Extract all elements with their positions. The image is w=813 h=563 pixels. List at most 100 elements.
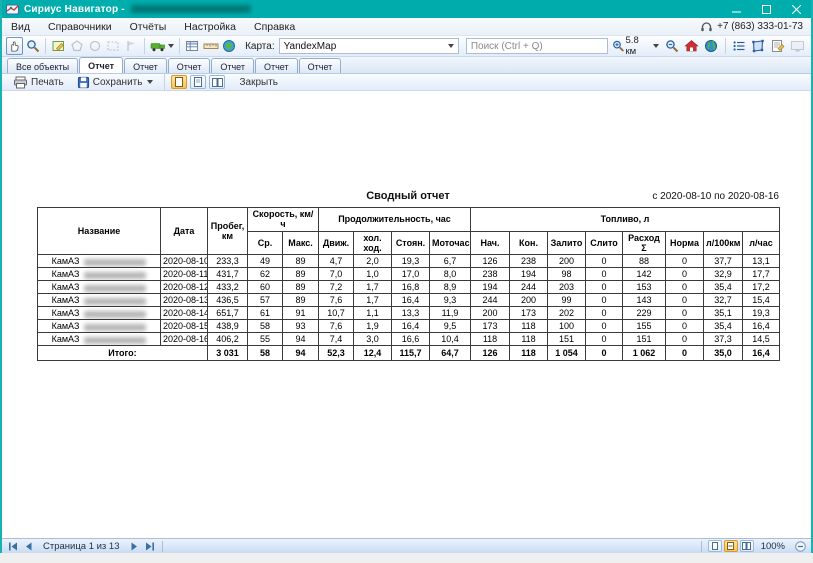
geozones-button[interactable] [749,37,768,55]
zoom-decrease-button[interactable] [792,540,808,553]
next-page-button[interactable] [126,540,142,553]
tab-report-5[interactable]: Отчет [255,58,298,73]
view-fit-width-button[interactable] [190,75,206,89]
col-header-fuel-per100: л/100км [704,231,743,255]
headset-icon [700,21,713,33]
maximize-button[interactable] [751,0,781,18]
legend-button[interactable] [729,37,748,55]
value-cell: 89 [283,281,319,294]
table-row: КамАЗ2020-08-15438,958937,61,916,49,5173… [38,320,780,333]
fullscreen-button[interactable] [788,37,807,55]
tab-report-2[interactable]: Отчет [124,58,167,73]
map-provider-select[interactable]: YandexMap [279,38,459,54]
last-page-button[interactable] [142,540,158,553]
col-header-fuel-drained: Слито [586,231,623,255]
total-value-cell: 64,7 [430,346,471,361]
status-zoom-controls: 100% [697,540,808,553]
flag-marker-button[interactable] [123,37,140,55]
draw-circle-button[interactable] [87,37,104,55]
menu-item-directories[interactable]: Справочники [39,19,121,35]
tab-report-4[interactable]: Отчет [211,58,254,73]
save-button[interactable]: Сохранить [72,74,159,91]
value-cell: 32,9 [704,268,743,281]
window-controls [721,0,811,18]
value-cell: 89 [283,268,319,281]
close-button[interactable] [781,0,811,18]
zoom-in-button[interactable]: 5.8 км [609,37,662,55]
redacted-plate [84,337,146,344]
date-cell: 2020-08-10 [161,255,208,268]
vehicle-name-cell: КамАЗ [38,307,161,320]
value-cell: 0 [666,333,704,346]
view-single-page-button[interactable] [171,75,187,89]
value-cell: 35,1 [704,307,743,320]
value-cell: 1,7 [354,294,392,307]
menu-items: ВидСправочникиОтчётыНастройкаСправка [2,19,304,35]
title-bar: Сириус Навигатор - [2,0,811,18]
app-window: Сириус Навигатор - ВидСправочникиОтчётыН… [0,0,813,553]
page-icon [194,77,202,87]
minimize-button[interactable] [721,0,751,18]
edit-map-button[interactable] [50,37,67,55]
zoom-fit-width-button[interactable] [724,540,738,552]
prev-page-button[interactable] [21,540,37,553]
menu-item-settings[interactable]: Настройка [175,19,245,35]
map-layers-button[interactable] [221,37,238,55]
first-page-button[interactable] [5,540,21,553]
search-input[interactable] [466,38,608,54]
value-cell: 0 [666,307,704,320]
tab-all-objects[interactable]: Все объекты [7,58,78,73]
map-scale-value: 5.8 км [626,35,650,57]
select-area-button[interactable] [105,37,122,55]
vehicle-name: КамАЗ [52,308,80,318]
ruler-tool-button[interactable] [202,37,220,55]
data-panel-button[interactable] [184,37,201,55]
tab-report-1[interactable]: Отчет [79,57,123,73]
menu-item-help[interactable]: Справка [245,19,304,35]
pan-tool-button[interactable] [6,37,23,55]
monitor-icon [790,40,805,53]
print-button[interactable]: Печать [8,74,69,91]
notes-button[interactable] [769,37,788,55]
value-cell: 0 [586,294,623,307]
report-toolbar: Печать Сохранить [2,74,811,91]
draw-polygon-button[interactable] [68,37,85,55]
value-cell: 99 [548,294,586,307]
value-cell: 153 [623,281,666,294]
home-view-button[interactable] [682,37,701,55]
close-report-button[interactable]: Закрыть [234,75,283,90]
map-edit-icon [52,39,66,53]
value-cell: 151 [548,333,586,346]
total-value-cell: 94 [283,346,319,361]
map-provider-value: YandexMap [284,41,337,52]
vehicle-name: КамАЗ [52,334,80,344]
value-cell: 62 [248,268,283,281]
zoom-page-view-button[interactable] [708,540,722,552]
tab-bar-tabs: Все объектыОтчетОтчетОтчетОтчетОтчетОтче… [7,57,342,73]
tab-report-6[interactable]: Отчет [299,58,342,73]
page-fit-icon [727,542,734,550]
menu-item-reports[interactable]: Отчёты [121,19,176,35]
value-cell: 238 [471,268,510,281]
whole-map-button[interactable] [702,37,721,55]
find-object-button[interactable] [24,37,41,55]
view-two-pages-button[interactable] [209,75,225,89]
value-cell: 1,9 [354,320,392,333]
value-cell: 0 [666,268,704,281]
menu-item-view[interactable]: Вид [2,19,39,35]
vehicle-name-cell: КамАЗ [38,320,161,333]
vehicle-name: КамАЗ [52,256,80,266]
zoom-multi-page-button[interactable] [740,540,754,552]
value-cell: 16,4 [743,320,780,333]
redacted-company-name [131,5,251,13]
earth-icon [704,39,718,53]
zoom-out-button[interactable] [663,37,682,55]
value-cell: 58 [248,320,283,333]
vehicle-name-cell: КамАЗ [38,294,161,307]
tab-report-3[interactable]: Отчет [168,58,211,73]
vehicles-menu-button[interactable] [149,37,175,55]
total-value-cell: 58 [248,346,283,361]
value-cell: 0 [586,281,623,294]
total-value-cell: 126 [471,346,510,361]
printer-icon [13,76,28,89]
